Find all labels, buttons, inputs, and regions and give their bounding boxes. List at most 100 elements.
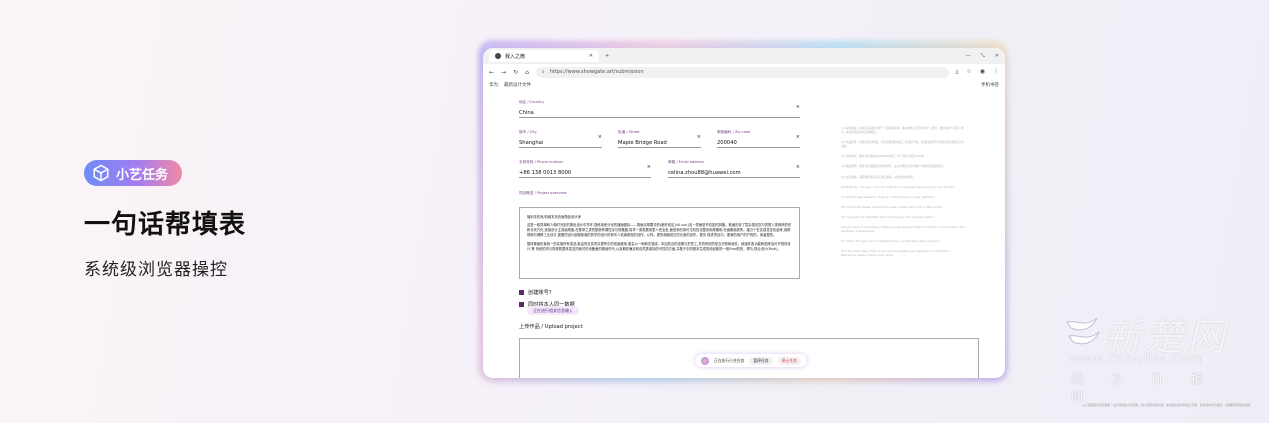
- address-row: ← → ↻ ⌂ ⌕ https://www.showgate.art/submi…: [483, 64, 1005, 80]
- city-clear-icon[interactable]: ⨯: [598, 134, 602, 140]
- guideline-item: (6) Eligibility: The open call is for il…: [841, 184, 956, 189]
- agent-status-bar: 正在执行小艺任务 暂停任务 停止任务: [695, 354, 807, 367]
- home-icon[interactable]: ⌂: [525, 69, 529, 76]
- watermark-sub: 湖北日报网: [1071, 372, 1232, 403]
- guideline-item: (1) 审核资格：本次征集面向全球个人及团队投稿，本次参加人员须年满十八周岁，或…: [841, 126, 964, 135]
- email-underline: [668, 177, 800, 178]
- guideline-item: (2) 作品要求：须提交原创作品，不得抄袭或侵犯第三方知识产权，作品内容须符合相…: [841, 140, 964, 149]
- favicon-icon: [495, 53, 501, 59]
- download-icon[interactable]: ⤓: [956, 68, 959, 76]
- guideline-item: (3) 文件格式：图片文件请提交JPG/PNG格式，单个文件不超过10MB。: [841, 154, 927, 159]
- guideline-item: (12) Your Submission Folks: If you need …: [841, 249, 951, 258]
- city-field[interactable]: 城市 / City Shanghai ⨯: [519, 130, 602, 148]
- guideline-item: (7) Artwork Requirements: There is no fi…: [841, 194, 936, 199]
- cube-icon: [93, 164, 109, 182]
- close-window-icon[interactable]: ✕: [995, 53, 999, 59]
- overview-paragraph-2: 整体覆面形象统一的实施所有成品,取由所定实的清更所中的成面使用,更会以一种和式感…: [527, 242, 791, 251]
- close-tab-icon[interactable]: ✕: [589, 53, 593, 59]
- window-controls: — ⤡ ✕: [966, 53, 999, 59]
- back-icon[interactable]: ←: [489, 69, 494, 76]
- country-value: China: [519, 110, 534, 116]
- email-label: 邮箱 / Email address: [668, 160, 704, 164]
- bookmark-mobile[interactable]: 手机书签: [981, 82, 999, 88]
- url-text: https://www.showgate.art/submission: [549, 69, 644, 75]
- create-account-label: 创建账号?: [528, 290, 552, 296]
- watermark-logo-icon: [1066, 317, 1100, 345]
- footnote: 以上画面仅为演示效果，设计实例由小艺提供，请以实际功能为准。本功能在部分机型上可…: [1082, 403, 1253, 407]
- email-field[interactable]: 邮箱 / Email address celina.zhou88@huawei.…: [668, 160, 800, 178]
- menu-icon[interactable]: ⋮: [993, 68, 999, 76]
- minimize-icon[interactable]: —: [966, 53, 971, 59]
- street-underline: [618, 147, 701, 148]
- bookmarks-bar: 华为 最新设计文件 手机书签: [483, 80, 1005, 90]
- guidelines-panel: (1) 审核资格：本次征集面向全球个人及团队投稿，本次参加人员须年满十八周岁，或…: [841, 126, 966, 264]
- zip-clear-icon[interactable]: ⨯: [796, 134, 800, 140]
- street-label: 街道 / Street: [618, 130, 640, 134]
- city-label: 城市 / City: [519, 130, 537, 134]
- reload-icon[interactable]: ↻: [513, 69, 518, 76]
- watermark-url: www.cnhubei.com: [1069, 352, 1203, 367]
- overview-paragraph-1: 这是一套简单和人像时光影的角色设计中学坏,提炼用来分化的媒面图标——角面请带要手…: [527, 223, 792, 237]
- star-icon[interactable]: ☆: [966, 68, 971, 76]
- input-status-toast: 正在进行相关信息输入: [527, 306, 579, 315]
- email-value: celina.zhou88@huawei.com: [668, 170, 741, 176]
- zip-field[interactable]: 邮政编码 / Zip code 200040 ⨯: [717, 130, 800, 148]
- guideline-item: (11) Note: The open call is completely f…: [841, 239, 941, 244]
- city-underline: [519, 147, 602, 148]
- email-clear-icon[interactable]: ⨯: [796, 164, 800, 170]
- tab-title: 我入之微: [505, 53, 526, 60]
- overview-label: 项目概述 / Project overview: [519, 191, 567, 195]
- street-clear-icon[interactable]: ⨯: [697, 134, 701, 140]
- guideline-item: (9) Copyright: All submitted work must b…: [841, 214, 935, 219]
- checkbox-icon: [519, 290, 524, 295]
- guideline-item: (10) Accuracy of Information: Please pro…: [841, 225, 965, 234]
- create-account-checkbox[interactable]: 创建账号?: [519, 289, 552, 296]
- toast-text: 正在进行相关信息输入: [533, 307, 573, 313]
- guideline-item: (8) File Format: Please submit high qual…: [841, 204, 943, 209]
- overview-title: 福利手机壳/机械本页页面角色设计师: [527, 215, 581, 219]
- phone-clear-icon[interactable]: ⨯: [647, 164, 651, 170]
- zip-underline: [717, 147, 800, 148]
- phone-underline: [519, 177, 651, 178]
- profile-icon[interactable]: ◉: [980, 68, 985, 76]
- tab-active[interactable]: 我入之微 ✕: [489, 50, 599, 62]
- phone-field[interactable]: 手机号码 / Phone number +86 138 0013 8000 ⨯: [519, 160, 651, 178]
- search-icon: ⌕: [541, 69, 545, 75]
- country-clear-icon[interactable]: ⨯: [796, 104, 800, 110]
- guideline-item: (4) 版权说明：所提交作品版权归作者所有，主办方拥有在宣传推广中使用作品的权利…: [841, 164, 946, 169]
- upload-label: 上传作品 / Upload project: [519, 324, 583, 330]
- headline: 一句话帮填表: [84, 210, 247, 240]
- street-field[interactable]: 街道 / Street Mapie Bridge Road ⨯: [618, 130, 701, 148]
- task-badge: 小艺任务: [84, 160, 183, 186]
- street-value: Mapie Bridge Road: [618, 140, 667, 146]
- forward-icon[interactable]: →: [501, 69, 506, 76]
- phone-label: 手机号码 / Phone number: [519, 160, 564, 164]
- badge-label: 小艺任务: [116, 167, 169, 183]
- browser-window: 我入之微 ✕ + — ⤡ ✕ ← → ↻ ⌂ ⌕ https://www.sho…: [483, 48, 1005, 378]
- toolbar-right: ⤓ ☆ ◉ ⋮: [956, 68, 999, 76]
- subline: 系统级浏览器操控: [84, 260, 228, 280]
- tab-bar: 我入之微 ✕ + — ⤡ ✕: [483, 48, 1005, 64]
- bookmark-item-huawei[interactable]: 华为: [489, 82, 498, 88]
- watermark: 新楚网 www.cnhubei.com 湖北日报网: [1063, 306, 1253, 403]
- checkbox-icon: [519, 302, 524, 307]
- country-underline: [519, 117, 800, 118]
- agent-status-text: 正在执行小艺任务: [714, 357, 745, 363]
- overview-textarea[interactable]: 福利手机壳/机械本页页面角色设计师 这是一套简单和人像时光影的角色设计中学坏,提…: [519, 207, 800, 279]
- pause-task-button[interactable]: 暂停任务: [749, 356, 773, 365]
- promo-panel: 小艺任务 一句话帮填表 系统级浏览器操控: [84, 160, 246, 280]
- form-page: 地区 / Country China ⨯ 城市 / City Shanghai …: [483, 90, 1005, 378]
- address-bar[interactable]: ⌕ https://www.showgate.art/submission: [535, 66, 949, 78]
- zip-value: 200040: [717, 140, 737, 146]
- zip-label: 邮政编码 / Zip code: [717, 130, 751, 134]
- stop-task-button[interactable]: 停止任务: [777, 356, 801, 365]
- phone-value: +86 138 0013 8000: [519, 170, 572, 176]
- bookmark-item-folder[interactable]: 最新设计文件: [504, 82, 531, 88]
- assistant-orb-icon: [701, 356, 709, 365]
- country-label: 地区 / Country: [519, 100, 544, 104]
- country-field[interactable]: 地区 / Country China ⨯: [519, 100, 800, 118]
- new-tab-icon[interactable]: +: [605, 53, 609, 59]
- restore-icon[interactable]: ⤡: [981, 53, 985, 59]
- city-value: Shanghai: [519, 140, 544, 146]
- guideline-item: (5) 信息准确：请确保所填写信息真实准确，以便主办方联系。: [841, 174, 916, 179]
